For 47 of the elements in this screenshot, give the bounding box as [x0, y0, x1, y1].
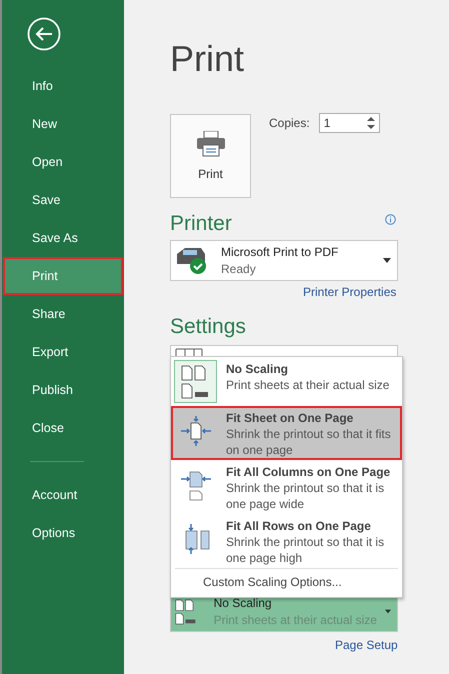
option-title: Fit All Columns on One Page — [226, 465, 392, 479]
printer-dropdown[interactable]: Microsoft Print to PDF Ready — [170, 240, 398, 281]
option-title: Fit All Rows on One Page — [226, 519, 372, 533]
scaling-option[interactable]: No Scaling Print sheets at their actual size — [171, 357, 402, 406]
page-setup-link[interactable]: Page Setup — [335, 638, 398, 652]
menu-item[interactable]: Share — [3, 295, 123, 333]
caret-icon — [384, 609, 391, 614]
option-description: Shrink the printout so that it fits on one page — [226, 426, 392, 458]
printer-icon — [196, 131, 226, 157]
menu-item[interactable]: Export — [3, 333, 123, 371]
printer-status: Ready — [221, 262, 257, 276]
option-description: Shrink the printout so that it is one page high — [226, 534, 386, 566]
print-button[interactable]: Print — [170, 114, 251, 198]
menu-item[interactable]: Options — [3, 514, 123, 552]
menu-item[interactable]: Save — [3, 181, 123, 219]
copies-label: Copies: — [269, 116, 310, 130]
scaling-option[interactable]: Fit All Rows on One Page Shrink the printout so that it is one page high — [171, 514, 402, 568]
menu-item[interactable]: Print — [3, 257, 123, 295]
option-title: Fit Sheet on One Page — [226, 411, 354, 425]
printer-properties-link[interactable]: Printer Properties — [303, 285, 396, 299]
menu-item[interactable]: Open — [3, 143, 123, 181]
pages-icon — [180, 364, 210, 398]
back-icon[interactable] — [27, 17, 61, 51]
option-description: Shrink the printout so that it is one page wide — [226, 480, 386, 512]
option-title: No Scaling — [226, 362, 290, 376]
menu-item[interactable]: New — [3, 105, 123, 143]
menu-item[interactable]: Account — [3, 476, 123, 514]
printer-heading: Printer — [170, 212, 232, 236]
settings-heading: Settings — [170, 315, 247, 339]
printer-name: Microsoft Print to PDF — [221, 245, 340, 259]
shrink-page-icon — [180, 414, 212, 446]
scaling-option[interactable]: Fit All Columns on One Page Shrink the printout so that it is one page wide — [171, 460, 402, 514]
menu-item[interactable]: Save As — [3, 219, 123, 257]
fit-columns-icon — [180, 468, 212, 500]
option-description: Print sheets at their actual size — [226, 377, 390, 393]
spinner-arrows-icon — [366, 116, 375, 130]
menu-item[interactable]: Info — [3, 67, 123, 105]
sheets-icon — [175, 347, 203, 357]
menu-item[interactable]: Close — [3, 409, 123, 447]
menu-item[interactable]: Publish — [3, 371, 123, 409]
scaling-title: No Scaling — [214, 596, 273, 610]
page-title: Print — [170, 38, 246, 81]
copies-spinner[interactable]: 1 — [318, 113, 380, 133]
printer-ready-icon — [175, 246, 209, 276]
scaling-option[interactable]: Fit Sheet on One Page Shrink the printout so that it fits on one page — [171, 406, 402, 460]
caret-icon — [383, 258, 391, 263]
info-icon — [385, 214, 396, 225]
